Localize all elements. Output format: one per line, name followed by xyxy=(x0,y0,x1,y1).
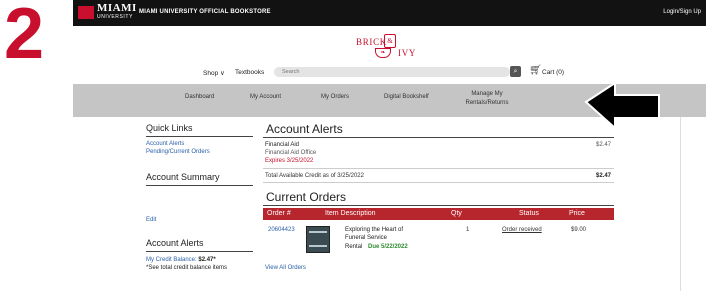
top-bar: MIAMI UNIVERSITY MIAMI UNIVERSITY OFFICI… xyxy=(73,0,706,26)
cart-link[interactable]: Cart (0) xyxy=(542,69,564,76)
brand-header: BRICK & ❧ IVY xyxy=(73,26,706,60)
tab-manage-rentals[interactable]: Manage My Rentals/Returns xyxy=(457,90,517,108)
tab-dashboard[interactable]: Dashboard xyxy=(185,93,214,102)
step-number: 2 xyxy=(4,0,45,74)
account-alerts-title: Account Alerts xyxy=(266,122,343,136)
col-item-description: Item Description xyxy=(325,210,376,217)
order-status-link[interactable]: Order received xyxy=(502,226,542,234)
brand-word-brick[interactable]: BRICK xyxy=(356,37,386,47)
alert-amount: $2.47 xyxy=(596,142,612,148)
cart-icon[interactable]: 🛒︎ xyxy=(529,65,542,77)
account-content: Quick Links Account Alerts Pending/Curre… xyxy=(73,117,706,291)
sidebar-link-account-alerts[interactable]: Account Alerts xyxy=(146,141,184,147)
quick-links-heading: Quick Links xyxy=(146,123,193,133)
credit-balance-value: $2.47* xyxy=(198,257,216,263)
browser-screenshot: MIAMI UNIVERSITY MIAMI UNIVERSITY OFFICI… xyxy=(73,0,706,291)
credit-balance-label: My Credit Balance: xyxy=(146,257,199,263)
logo-subtext: UNIVERSITY xyxy=(97,14,134,20)
cover-stripe xyxy=(309,231,327,233)
item-title-line2: Funeral Service xyxy=(345,235,388,241)
quick-links-divider xyxy=(146,136,253,137)
textbooks-link[interactable]: Textbooks xyxy=(235,69,264,76)
tab-my-account[interactable]: My Account xyxy=(250,93,281,102)
search-icon[interactable]: ⌕ xyxy=(510,66,521,77)
item-type: Rental xyxy=(345,244,363,250)
total-credit-label: Total Available Credit as of 3/25/2022 xyxy=(265,173,364,179)
tab-manage-rentals-line2: Rentals/Returns xyxy=(465,100,509,106)
total-credit-amount: $2.47 xyxy=(596,173,612,179)
credit-balance[interactable]: My Credit Balance: $2.47* xyxy=(146,257,216,263)
alert-source: Financial Aid Office xyxy=(265,150,317,156)
alerts-divider xyxy=(263,137,614,138)
store-title: MIAMI UNIVERSITY OFFICIAL BOOKSTORE xyxy=(139,9,271,15)
book-cover-thumbnail[interactable] xyxy=(306,226,330,253)
sidebar-account-alerts-heading: Account Alerts xyxy=(146,238,204,248)
col-price: Price xyxy=(569,210,585,217)
col-order-number: Order # xyxy=(267,210,291,217)
edit-link[interactable]: Edit xyxy=(146,217,156,223)
sidebar-link-pending-orders[interactable]: Pending/Current Orders xyxy=(146,149,210,155)
shop-menu[interactable]: Shop ∨ xyxy=(203,69,225,77)
current-orders-title: Current Orders xyxy=(266,190,347,204)
item-title-line1: Exploring the Heart of xyxy=(345,227,404,233)
brand-ampersand: & xyxy=(384,34,396,48)
brand-emblem-icon: ❧ xyxy=(375,48,391,58)
orders-divider xyxy=(263,205,614,206)
credit-note: *See total credit balance items xyxy=(146,265,228,271)
item-due-date: Due 5/22/2022 xyxy=(368,244,408,250)
tab-digital-bookshelf[interactable]: Digital Bookshelf xyxy=(384,93,429,102)
miami-logo-icon[interactable] xyxy=(78,6,94,19)
login-signup-link[interactable]: Login/Sign Up xyxy=(663,9,701,15)
sidebar-alerts-divider xyxy=(146,251,253,252)
cover-stripe xyxy=(309,245,327,247)
alert-expires: Expires 3/25/2022 xyxy=(265,158,314,164)
tab-my-orders[interactable]: My Orders xyxy=(321,93,349,102)
account-summary-heading: Account Summary xyxy=(146,172,220,182)
col-qty: Qty xyxy=(451,210,462,217)
view-all-orders-link[interactable]: View All Orders xyxy=(265,264,306,272)
order-number-link[interactable]: 20604423 xyxy=(268,226,295,234)
account-summary-divider xyxy=(146,185,253,186)
alert-title: Financial Aid xyxy=(265,142,300,148)
content-border xyxy=(680,117,681,291)
alerts-separator xyxy=(263,168,614,169)
annotation-arrow-icon xyxy=(584,81,660,131)
total-separator xyxy=(263,182,614,183)
brand-word-ivy[interactable]: IVY xyxy=(398,48,416,58)
col-status: Status xyxy=(519,210,539,217)
item-price: $9.00 xyxy=(571,227,587,233)
orders-table-header: Order # Item Description Qty Status Pric… xyxy=(263,208,614,220)
search-input[interactable] xyxy=(274,67,510,77)
logo-text[interactable]: MIAMI xyxy=(97,3,137,14)
item-qty: 1 xyxy=(466,227,470,233)
tab-manage-rentals-line1: Manage My xyxy=(471,91,503,97)
